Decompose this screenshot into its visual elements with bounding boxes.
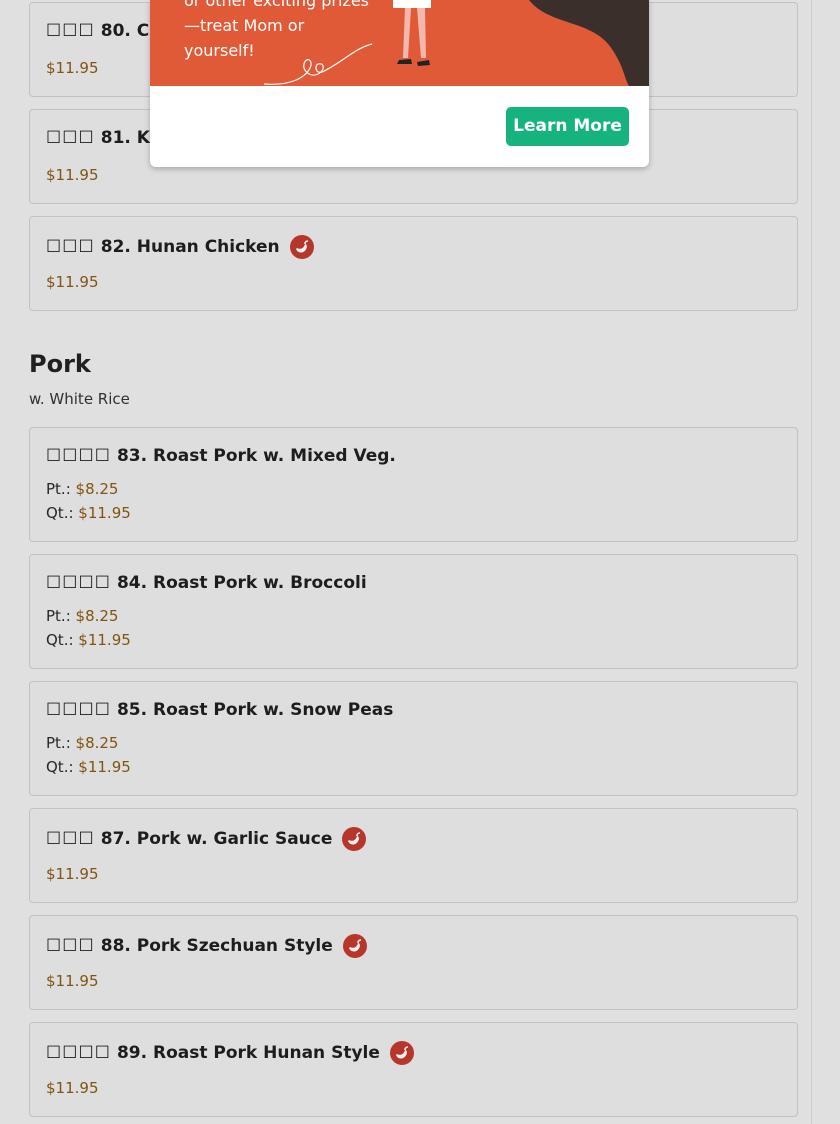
quart-price: $11.95 — [78, 758, 131, 776]
menu-item-title: ☐☐☐☐ 84. Roast Pork w. Broccoli — [46, 573, 367, 593]
quart-label: Qt.: — [46, 758, 74, 776]
item-name: 85. Roast Pork w. Snow Peas — [116, 700, 394, 720]
menu-item-card[interactable]: ☐☐☐ 87. Pork w. Garlic Sauce $11.95 — [29, 808, 798, 903]
learn-more-button[interactable]: Learn More — [506, 107, 629, 146]
pint-price-row: Pt.: $8.25 — [46, 607, 118, 625]
menu-page: ☐☐☐ 80. Chicken w. Garlic Sauce $11.95 ☐… — [0, 0, 840, 1124]
menu-item-card[interactable]: ☐☐☐ 88. Pork Szechuan Style $11.95 — [29, 915, 798, 1010]
quart-label: Qt.: — [46, 631, 74, 649]
quart-price: $11.95 — [78, 504, 131, 522]
quart-label: Qt.: — [46, 504, 74, 522]
spicy-pepper-icon — [342, 827, 367, 851]
item-price: $11.95 — [46, 972, 99, 990]
section-title: Pork — [29, 350, 91, 378]
pint-label: Pt.: — [46, 480, 71, 498]
promo-modal: or other exciting prizes —treat Mom or y… — [150, 0, 649, 167]
pint-price-row: Pt.: $8.25 — [46, 480, 118, 498]
promo-text: or other exciting prizes —treat Mom or y… — [184, 0, 370, 60]
pint-price-row: Pt.: $8.25 — [46, 734, 118, 752]
menu-item-card[interactable]: ☐☐☐☐ 85. Roast Pork w. Snow Peas Pt.: $8… — [29, 681, 798, 796]
spicy-pepper-icon — [342, 934, 367, 958]
item-name: 89. Roast Pork Hunan Style — [116, 1043, 380, 1063]
chinese-name: ☐☐☐ — [46, 829, 95, 849]
menu-item-card[interactable]: ☐☐☐ 82. Hunan Chicken $11.95 — [29, 216, 798, 311]
chinese-name: ☐☐☐☐ — [46, 573, 111, 593]
menu-item-title: ☐☐☐☐ 89. Roast Pork Hunan Style — [46, 1041, 414, 1065]
decorative-blob-shape — [529, 0, 649, 86]
item-price: $11.95 — [46, 59, 99, 77]
spicy-pepper-icon — [389, 1041, 414, 1065]
person-illustration — [393, 0, 431, 66]
item-price: $11.95 — [46, 273, 99, 291]
item-name: 82. Hunan Chicken — [100, 237, 280, 257]
pint-price: $8.25 — [75, 734, 119, 752]
chinese-name: ☐☐☐☐ — [46, 700, 111, 720]
section-subtitle: w. White Rice — [29, 390, 130, 408]
chinese-name: ☐☐☐☐ — [46, 1043, 111, 1063]
chinese-name: ☐☐☐ — [46, 237, 95, 257]
pint-price: $8.25 — [75, 607, 119, 625]
chinese-name: ☐☐☐ — [46, 128, 95, 148]
chinese-name: ☐☐☐☐ — [46, 446, 111, 466]
menu-item-title: ☐☐☐ 88. Pork Szechuan Style — [46, 934, 367, 958]
menu-item-title: ☐☐☐☐ 83. Roast Pork w. Mixed Veg. — [46, 446, 396, 466]
quart-price-row: Qt.: $11.95 — [46, 758, 131, 776]
menu-item-card[interactable]: ☐☐☐☐ 84. Roast Pork w. Broccoli Pt.: $8.… — [29, 554, 798, 669]
menu-item-title: ☐☐☐☐ 85. Roast Pork w. Snow Peas — [46, 700, 393, 720]
item-name: 88. Pork Szechuan Style — [100, 936, 333, 956]
quart-price: $11.95 — [78, 631, 131, 649]
item-price: $11.95 — [46, 1079, 99, 1097]
quart-price-row: Qt.: $11.95 — [46, 631, 131, 649]
chinese-name: ☐☐☐ — [46, 21, 95, 41]
chinese-name: ☐☐☐ — [46, 936, 95, 956]
scroll-divider — [811, 0, 812, 1124]
item-price: $11.95 — [46, 865, 99, 883]
menu-item-title: ☐☐☐ 87. Pork w. Garlic Sauce — [46, 827, 367, 851]
menu-item-card[interactable]: ☐☐☐☐ 89. Roast Pork Hunan Style $11.95 — [29, 1022, 798, 1117]
pint-label: Pt.: — [46, 734, 71, 752]
quart-price-row: Qt.: $11.95 — [46, 504, 131, 522]
menu-item-title: ☐☐☐ 82. Hunan Chicken — [46, 235, 314, 259]
item-name: 83. Roast Pork w. Mixed Veg. — [116, 446, 396, 466]
item-price: $11.95 — [46, 166, 99, 184]
menu-item-card[interactable]: ☐☐☐☐ 83. Roast Pork w. Mixed Veg. Pt.: $… — [29, 427, 798, 542]
spicy-pepper-icon — [289, 235, 314, 259]
pint-price: $8.25 — [75, 480, 119, 498]
promo-banner: or other exciting prizes —treat Mom or y… — [150, 0, 649, 86]
pint-label: Pt.: — [46, 607, 71, 625]
item-name: 87. Pork w. Garlic Sauce — [100, 829, 333, 849]
item-name: 84. Roast Pork w. Broccoli — [116, 573, 367, 593]
